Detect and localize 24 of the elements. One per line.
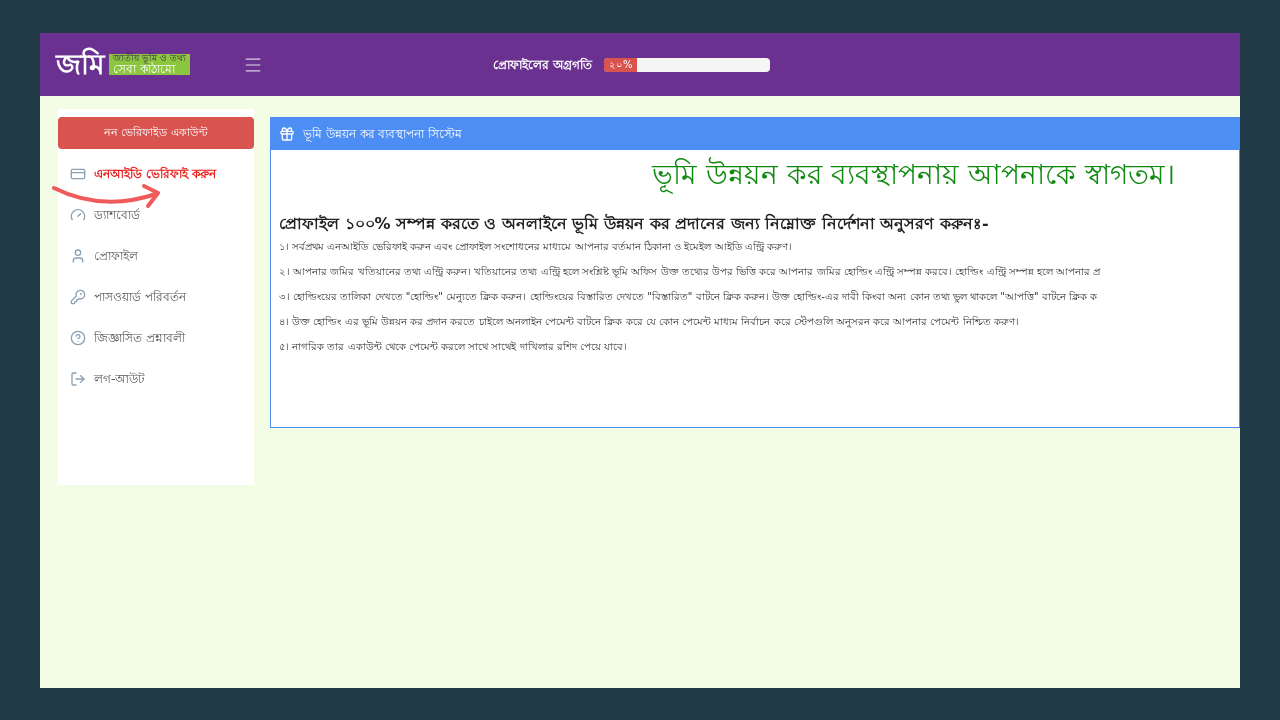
- sidebar-link[interactable]: লগ-আউট: [58, 358, 254, 399]
- question-icon: [70, 329, 86, 346]
- progress-fill: ২০%: [604, 57, 638, 72]
- sidebar-link[interactable]: প্রোফাইল: [58, 235, 254, 276]
- sidebar-link[interactable]: জিজ্ঞাসিত প্রশ্নাবলী: [58, 317, 254, 358]
- progress-label: প্রোফাইলের অগ্রগতি: [493, 56, 593, 74]
- gift-icon: [279, 126, 295, 142]
- instruction-step: ১। সর্বপ্রথম এনআইডি ভেরিফাই করুন এবং প্রোফাইল সংশোধনের মাধ্যমে আপনার বর্তমান ঠিকানা ও ইমেইল আইডি এন্ট্রি করুণ।: [279, 240, 1231, 254]
- exit-icon: [70, 370, 86, 387]
- instruction-step: ৫। নাগরিক তার একাউন্ট থেকে পেমেন্ট করলে সাথে সাথেই দাখিলার রশিদ পেয়ে যাবে।: [279, 340, 1231, 354]
- instruction-step: ২। আপনার জমির খতিয়ানের তথ্য এন্ট্রি করুন। খতিয়ানের তথ্য এন্ট্রি হলে সংশ্লিষ্ট ভূমি অফিস উক্ত তথ্যের উপর ভিত্তি করে আপনার জমির হোল্ডিং এন্ট্রি সম্পন্ন করবে। হোল্ডিং এন্ট্রি সম্পন্ন হলে আপনার প্র: [279, 265, 1231, 279]
- panel-title: ভূমি উন্নয়ন কর ব্যবস্থাপনা সিস্টেম: [303, 126, 463, 143]
- sidebar-link[interactable]: ড্যাশবোর্ড: [58, 194, 254, 235]
- instructions-heading: প্রোফাইল ১০০% সম্পন্ন করতে ও অনলাইনে ভূমি উন্নয়ন কর প্রদানের জন্য নিম্নোক্ত নির্দেশনা অনুসরণ করুনঃ-: [278, 212, 990, 236]
- sidebar-link[interactable]: এনআইডি ভেরিফাই করুন: [58, 153, 254, 194]
- logo-tagline: জাতীয় ভূমি ও তথ্য সেবা কাঠামো: [109, 54, 190, 75]
- welcome-text: ভূমি উন্নয়ন কর ব্যবস্থাপনায় আপনাকে স্বাগতম।: [271, 150, 1239, 196]
- gauge-icon: [70, 206, 86, 223]
- sidebar-link[interactable]: পাসওয়ার্ড পরিবর্তন: [58, 276, 254, 317]
- user-icon: [70, 247, 86, 264]
- key-icon: [70, 288, 86, 305]
- instruction-step: ৪। উক্ত হোল্ডিং এর ভূমি উন্নয়ন কর প্রদান করতে চাইলে অনলাইন পেমেন্ট বাটনে ক্লিক করে যে কোন পেমেন্ট মাধ্যম নির্বাচন করে স্টেপগুলি অনুসরন করে আপনার পেমেন্ট নিশ্চিত করুণ।: [279, 315, 1231, 329]
- instruction-step: ৩। হোল্ডিংয়ের তালিকা দেখতে "হোল্ডিং" মেন্যুতে ক্লিক করুন। হোল্ডিংয়ের বিস্তারিত দেখতে "বিস্তারিত" বাটনে ক্লিক করুন। উক্ত হোল্ডিং-এর দাবী কিংবা অন্য কোন তথ্য ভুল থাকলে "আপত্তি" বাটনে ক্লিক ক: [279, 290, 1231, 304]
- account-status: নন ভেরিফাইড একাউন্ট: [58, 117, 254, 149]
